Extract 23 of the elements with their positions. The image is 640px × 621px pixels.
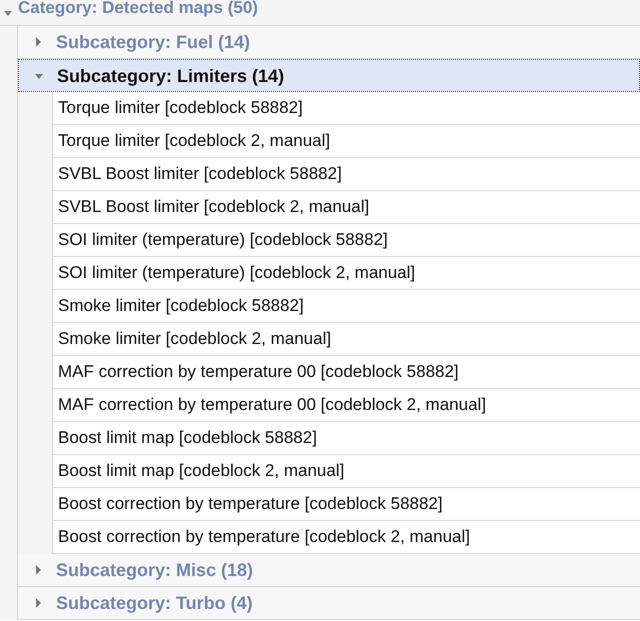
category-header: Category: Detected maps (50) <box>18 0 258 18</box>
subcategory-label: Subcategory: Turbo (4) <box>56 592 253 614</box>
map-item[interactable]: Boost limit map [codeblock 58882] <box>58 428 317 448</box>
subcategory-label: Subcategory: Misc (18) <box>56 559 254 581</box>
subcategory-label: Subcategory: Limiters (14) <box>57 64 284 86</box>
subcategory-row[interactable]: Subcategory: Limiters (14) <box>18 59 640 92</box>
expand-arrow-icon[interactable] <box>34 565 42 575</box>
map-item[interactable]: Torque limiter [codeblock 2, manual] <box>58 131 330 151</box>
map-item[interactable]: Boost limit map [codeblock 2, manual] <box>58 461 344 481</box>
subcategory-label: Subcategory: Fuel (14) <box>56 31 250 53</box>
map-item[interactable]: Torque limiter [codeblock 58882] <box>58 98 303 118</box>
map-item[interactable]: SVBL Boost limiter [codeblock 58882] <box>58 164 342 184</box>
map-item[interactable]: Boost correction by temperature [codeblock 58882] <box>58 494 443 514</box>
map-item[interactable]: SOI limiter (temperature) [codeblock 2, manual] <box>58 263 416 283</box>
expand-arrow-icon[interactable] <box>34 598 42 608</box>
map-item[interactable]: Smoke limiter [codeblock 2, manual] <box>58 329 332 349</box>
map-item[interactable]: Boost correction by temperature [codeblock 2, manual] <box>58 527 470 547</box>
map-item[interactable]: Smoke limiter [codeblock 58882] <box>58 296 304 316</box>
map-item[interactable]: SVBL Boost limiter [codeblock 2, manual] <box>58 197 370 217</box>
map-item[interactable]: SOI limiter (temperature) [codeblock 58882] <box>58 230 388 250</box>
map-item[interactable]: MAF correction by temperature 00 [codeblock 2, manual] <box>58 395 486 415</box>
expand-arrow-icon[interactable] <box>34 37 42 47</box>
map-item[interactable]: MAF correction by temperature 00 [codeblock 58882] <box>58 362 459 382</box>
